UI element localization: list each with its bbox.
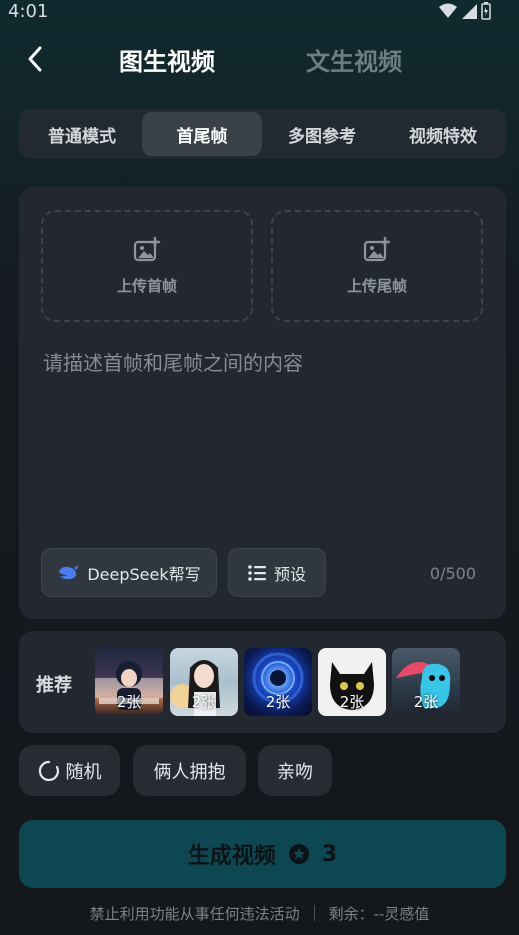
footer-notice: 禁止利用功能从事任何违法活动 (89, 904, 300, 923)
recommend-count: 2张 (116, 693, 142, 711)
tag-random[interactable]: 随机 (19, 745, 120, 796)
header: 图生视频 文生视频 (0, 36, 519, 84)
status-time: 4:01 (8, 1, 49, 22)
prompt-input[interactable]: 请描述首帧和尾帧之间的内容 (43, 347, 483, 376)
preset-button[interactable]: 预设 (228, 548, 326, 597)
tag-random-label: 随机 (65, 761, 102, 783)
battery-icon (481, 2, 491, 20)
signal-icon (462, 4, 477, 19)
recommend-thumb-anime-girl[interactable]: 2张 (95, 648, 163, 716)
recommend-panel: 推荐 2张 2张 2张 2张 2张 (19, 631, 506, 733)
mode-normal[interactable]: 普通模式 (22, 112, 142, 156)
mode-selector: 普通模式 首尾帧 多图参考 视频特效 (19, 109, 506, 159)
star-coin-icon (288, 844, 309, 864)
footer: 禁止利用功能从事任何违法活动 剩余：--灵感值 (0, 900, 519, 926)
tab-image-to-video[interactable]: 图生视频 (119, 42, 215, 77)
upload-first-frame-label: 上传首帧 (116, 276, 177, 295)
list-icon (248, 564, 266, 581)
recommend-count: 2张 (265, 693, 291, 711)
generate-video-label: 生成视频 (187, 844, 276, 869)
refresh-icon (38, 760, 59, 781)
recommend-count: 2张 (191, 693, 217, 711)
preset-label: 预设 (273, 564, 306, 584)
back-button[interactable] (20, 44, 50, 74)
mode-video-effects[interactable]: 视频特效 (383, 112, 503, 156)
upload-first-frame[interactable]: 上传首帧 (41, 210, 253, 322)
recommend-count: 2张 (413, 693, 439, 711)
tag-kiss[interactable]: 亲吻 (258, 745, 332, 796)
upload-last-frame-label: 上传尾帧 (346, 276, 407, 295)
recommend-thumb-black-cat[interactable]: 2张 (318, 648, 386, 716)
recommend-count: 2张 (339, 693, 365, 711)
generate-cost: 3 (321, 841, 338, 867)
status-icons (439, 2, 491, 20)
char-counter: 0/500 (429, 564, 476, 583)
deepseek-write-label: DeepSeek帮写 (87, 564, 201, 584)
footer-divider (313, 905, 315, 921)
deepseek-whale-icon (59, 564, 79, 579)
recommend-thumb-blue-vortex[interactable]: 2张 (244, 648, 312, 716)
add-image-icon (363, 236, 391, 261)
upload-last-frame[interactable]: 上传尾帧 (271, 210, 483, 322)
recommend-thumb-girl-portrait[interactable]: 2张 (170, 648, 238, 716)
mode-first-last-frame[interactable]: 首尾帧 (142, 112, 262, 156)
add-image-icon (133, 236, 161, 261)
generate-video-button[interactable]: 生成视频 3 (19, 820, 506, 888)
recommend-thumb-blue-creature[interactable]: 2张 (392, 648, 460, 716)
tag-two-hug[interactable]: 俩人拥抱 (133, 745, 246, 796)
main-panel: 上传首帧 上传尾帧 请描述首帧和尾帧之间的内容 DeepSeek帮写 预设 0/… (19, 187, 506, 619)
wifi-icon (439, 3, 457, 18)
footer-remaining: 剩余：--灵感值 (328, 904, 430, 923)
status-bar: 4:01 (0, 0, 519, 26)
tab-text-to-video[interactable]: 文生视频 (306, 42, 402, 77)
chevron-left-icon (28, 46, 42, 72)
mode-multi-image[interactable]: 多图参考 (262, 112, 382, 156)
deepseek-write-button[interactable]: DeepSeek帮写 (41, 548, 217, 597)
recommend-label: 推荐 (36, 675, 72, 696)
